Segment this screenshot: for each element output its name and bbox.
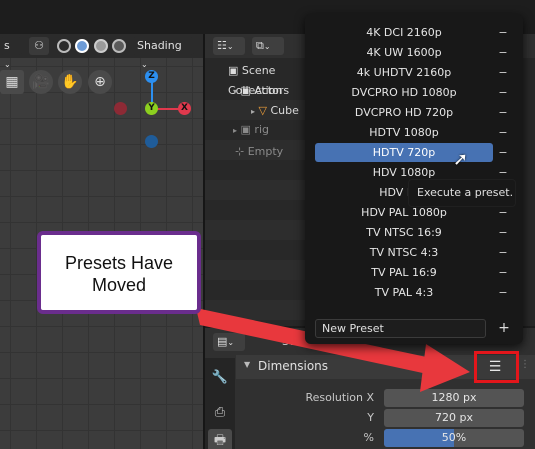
overlay-icon: ⚇ — [34, 39, 44, 52]
rendered-shading-icon[interactable] — [112, 39, 126, 53]
field-label: % — [363, 431, 374, 444]
remove-preset-button[interactable]: − — [497, 143, 509, 162]
render-tab-icon[interactable]: ⎙ — [208, 401, 232, 425]
resolution-percentage-slider[interactable]: 50% — [384, 429, 524, 447]
chevron-down-icon: ▾ — [233, 87, 238, 96]
outliner-item-actors[interactable]: ▾ ▣ Actors — [205, 81, 315, 101]
display-mode-dropdown[interactable]: ⧉⌄ — [252, 37, 284, 55]
panel-title: Dimensions — [258, 359, 329, 373]
remove-preset-button[interactable]: − — [497, 123, 509, 142]
remove-preset-button[interactable]: − — [497, 103, 509, 122]
remove-preset-button[interactable]: − — [497, 43, 509, 62]
collection-box-icon: ▣ — [240, 84, 251, 97]
chevron-down-icon: ⌄ — [263, 42, 271, 51]
remove-preset-button[interactable]: − — [497, 243, 509, 262]
output-tab-icon[interactable]: 🖶 — [208, 429, 232, 449]
callout-box: Presets Have Moved — [37, 231, 201, 314]
wireframe-shading-icon[interactable] — [57, 39, 71, 53]
properties-editor-type-dropdown[interactable]: ▤⌄ — [213, 333, 245, 351]
preset-item[interactable]: HDTV 1080p — [315, 123, 493, 142]
field-value: 1280 px — [431, 391, 477, 404]
gizmo-x-axis — [156, 108, 180, 110]
grid-view-icon[interactable]: ▦ — [0, 70, 24, 94]
shading-dropdown[interactable]: Shading ⌄ — [132, 37, 194, 69]
overlay-toggle-button[interactable]: ⚇ — [29, 37, 49, 55]
chevron-down-icon: ⌄ — [226, 42, 234, 51]
preset-item[interactable]: TV PAL 16:9 — [315, 263, 493, 282]
remove-preset-button[interactable]: − — [497, 23, 509, 42]
outliner-stripe — [205, 180, 305, 200]
properties-header-title: Sce — [282, 335, 302, 348]
outliner-item-label: Actors — [254, 84, 290, 97]
preset-tooltip: Execute a preset. — [408, 179, 516, 207]
pan-hand-icon[interactable]: ✋ — [58, 70, 82, 94]
material-shading-icon[interactable] — [94, 39, 108, 53]
gizmo-neg-x-ball[interactable] — [114, 102, 127, 115]
highlight-box — [474, 351, 519, 383]
resolution-y-field[interactable]: 720 px — [384, 409, 524, 427]
remove-preset-button[interactable]: − — [497, 263, 509, 282]
display-mode-icon: ⧉ — [256, 39, 264, 52]
field-label: Y — [367, 411, 374, 424]
gizmo-x-ball[interactable]: X — [178, 102, 191, 115]
preset-item[interactable]: 4K DCI 2160p — [315, 23, 493, 42]
gizmo-z-axis — [151, 82, 153, 104]
remove-preset-button[interactable]: − — [497, 283, 509, 302]
preset-item[interactable]: 4K UW 1600p — [315, 43, 493, 62]
outliner-item-rig[interactable]: ▸ ▣ rig — [205, 120, 315, 140]
preset-item[interactable]: TV NTSC 16:9 — [315, 223, 493, 242]
remove-preset-button[interactable]: − — [497, 63, 509, 82]
gizmo-neg-z-ball[interactable] — [145, 135, 158, 148]
outliner-editor-icon: ☷ — [217, 39, 227, 52]
outliner-stripe — [205, 300, 305, 320]
collection-box-icon: ▣ — [228, 64, 239, 77]
chevron-right-icon: ▸ — [251, 107, 256, 116]
chevron-down-icon: ⌄ — [141, 60, 148, 69]
outliner-item-cube[interactable]: ▸ ▽ Cube — [205, 101, 315, 121]
remove-preset-button[interactable]: − — [497, 83, 509, 102]
outliner-item-label: Empty — [247, 145, 284, 158]
chevron-right-icon: ▸ — [233, 126, 238, 135]
chevron-down-icon: ⌄ — [227, 338, 235, 347]
outliner-item-label: Cube — [270, 104, 299, 117]
outliner-item-empty[interactable]: ⊹ Empty — [205, 142, 315, 162]
empty-axes-icon: ⊹ — [235, 145, 245, 158]
chevron-down-icon: ▼ — [244, 360, 251, 369]
outliner-item-scene-collection[interactable]: ▣ Scene Collection — [205, 61, 315, 97]
zoom-icon[interactable]: ⊕ — [88, 70, 112, 94]
add-preset-button[interactable]: + — [496, 319, 512, 338]
preset-item[interactable]: TV NTSC 4:3 — [315, 243, 493, 262]
editor-type-dropdown[interactable]: ☷⌄ — [213, 37, 245, 55]
preset-item[interactable]: TV PAL 4:3 — [315, 283, 493, 302]
cone-object-icon: ▽ — [258, 104, 267, 117]
new-preset-placeholder: New Preset — [322, 322, 384, 335]
preset-item[interactable]: DVCPRO HD 720p — [315, 103, 493, 122]
gizmo-z-ball[interactable]: Z — [145, 70, 158, 83]
field-label: Resolution X — [305, 391, 374, 404]
solid-shading-icon[interactable] — [75, 39, 89, 53]
field-value: 720 px — [435, 411, 473, 424]
viewport-mode-label: s — [4, 39, 10, 52]
resolution-x-field[interactable]: 1280 px — [384, 389, 524, 407]
chevron-down-icon: ⌄ — [4, 60, 11, 69]
gizmo-y-ball[interactable]: Y — [145, 102, 158, 115]
new-preset-input[interactable]: New Preset — [315, 319, 486, 338]
tool-tab-icon[interactable]: 🔧 — [208, 366, 232, 390]
properties-editor-icon: ▤ — [217, 335, 228, 348]
tooltip-text: Execute a preset. — [417, 186, 514, 199]
callout-text: Presets Have Moved — [64, 253, 174, 295]
remove-preset-button[interactable]: − — [497, 223, 509, 242]
drag-handle-icon[interactable]: ⋮ — [520, 359, 530, 370]
mouse-cursor-icon: ➚ — [453, 149, 469, 170]
outliner-stripe — [205, 260, 305, 280]
camera-view-icon[interactable]: 🎥 — [29, 70, 53, 94]
field-value: 50% — [441, 431, 467, 444]
collection-box-icon: ▣ — [240, 123, 251, 136]
preset-item[interactable]: DVCPRO HD 1080p — [315, 83, 493, 102]
viewport-mode-dropdown[interactable]: s ⌄ — [0, 37, 22, 69]
outliner-item-label: rig — [254, 123, 269, 136]
outliner-stripe — [205, 220, 305, 240]
shading-dropdown-label: Shading — [137, 39, 182, 52]
preset-item[interactable]: 4k UHDTV 2160p — [315, 63, 493, 82]
